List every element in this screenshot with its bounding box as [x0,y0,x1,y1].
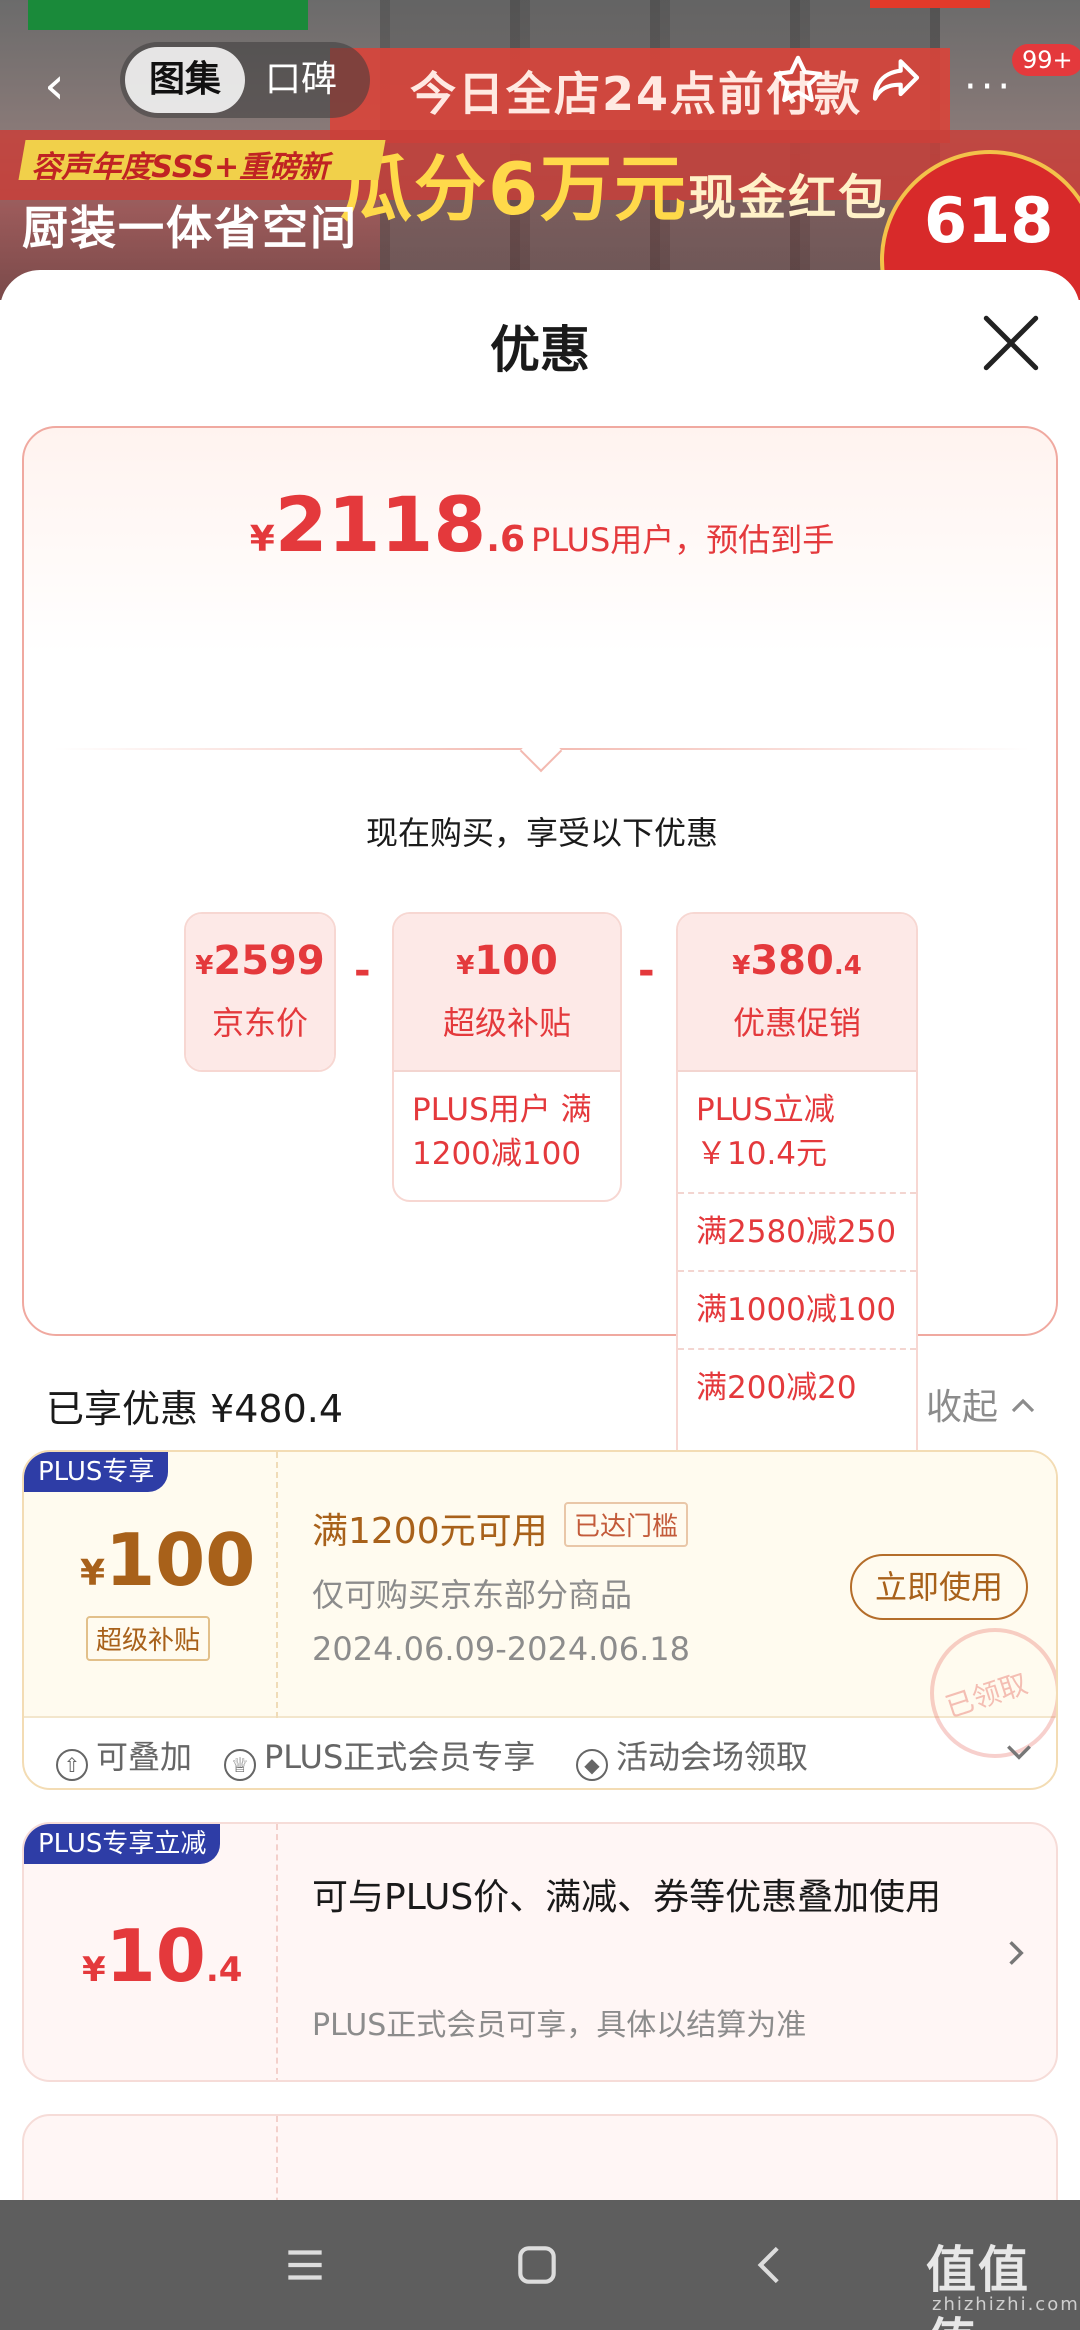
share-icon[interactable] [868,52,924,108]
system-nav-bar [0,2200,1080,2330]
coupon-partial[interactable] [22,2114,1058,2200]
watermark: 值值值 [926,2241,1030,2330]
media-tabs: 图集 口碑 [120,42,370,118]
coupon-divider [276,2116,278,2200]
card-row: PLUS用户 满1200减100 [394,1070,620,1192]
coupon-note: PLUS正式会员可享，具体以结算为准 [312,2008,807,2043]
feature-plus-member: ♕ PLUS正式会员专享 [224,1732,535,1781]
card-row: 满2580减250 [678,1192,916,1270]
claimed-stamp: 已领取 [930,1628,1056,1758]
chevron-down-icon[interactable] [1004,1738,1034,1768]
price-description: PLUS用户，预估到手 [531,521,835,559]
discount-sheet: 优惠 ¥2118.6 PLUS用户，预估到手 现在购买，享受以下优惠 ¥2599 … [0,270,1080,2200]
chevron-right-icon [1009,1941,1024,1965]
promo-line-2: 瓜分6万元现金红包 [340,147,889,231]
crown-icon: ♕ [224,1749,256,1781]
coupon-scope: 仅可购买京东部分商品 [312,1576,633,1614]
estimated-price: ¥2118.6 PLUS用户，预估到手 [24,480,1060,569]
watermark-url: zhizhizhi.com [932,2294,1080,2315]
promo-tag: 容声年度SSS+重磅新 [18,140,386,185]
product-slogan: 厨装一体省空间 [22,201,358,255]
price-integer: 2118 [274,480,487,569]
coupon-amount: ¥100 [80,1518,256,1602]
enjoyed-total: 已享优惠 ¥480.4 [46,1387,344,1431]
threshold-reached-badge: 已达门槛 [564,1502,689,1547]
product-banner: 今日全店24点前付款 瓜分6万元现金红包 容声年度SSS+重磅新 厨装一体省空间… [0,0,1080,300]
notification-badge: 99+ [1012,44,1080,76]
price-summary: ¥2118.6 PLUS用户，预估到手 现在购买，享受以下优惠 ¥2599 京东价… [22,426,1060,1472]
coupon-super-subsidy: PLUS专享 ¥100 超级补贴 满1200元可用 已达门槛 仅可购买京东部分商… [22,1450,1058,1790]
red-tab [870,0,990,8]
card-label: 京东价 [211,1004,308,1042]
card-row: 满1000减100 [678,1270,916,1348]
card-row: PLUS立减 ￥10.4元 [678,1070,916,1192]
more-icon[interactable]: ··· [964,64,1014,110]
back-icon[interactable]: ‹ [44,56,65,116]
enjoy-heading: 现在购买，享受以下优惠 [365,814,718,852]
price-currency: ¥ [249,519,275,560]
jd-price-card: ¥2599 京东价 [184,912,336,1072]
card-amount: ¥2599 [195,938,325,984]
tab-gallery[interactable]: 图集 [125,47,245,113]
close-icon[interactable] [978,310,1044,376]
coupon-amount: ¥10.4 [82,1914,243,1998]
sheet-title: 优惠 [490,321,590,379]
promotion-card: ¥380.4 优惠促销 PLUS立减 ￥10.4元 满2580减250 满100… [676,912,918,1472]
back-nav-icon[interactable] [746,2240,796,2290]
tab-reviews[interactable]: 口碑 [265,47,337,113]
plus-tag: PLUS专享 [24,1452,169,1492]
minus-sign: - [638,948,655,994]
coupon-divider [276,1452,278,1718]
collapse-label: 收起 [926,1387,999,1428]
price-decimal: .6 [486,519,526,560]
ticket-icon: ◆ [576,1749,608,1781]
coupon-plus-discount[interactable]: PLUS专享立减 ¥10.4 可与PLUS价、满减、券等优惠叠加使用 PLUS正… [22,1822,1058,2082]
home-icon[interactable] [512,2240,562,2290]
coupon-validity: 2024.06.09-2024.06.18 [312,1630,690,1668]
coupon-condition: 满1200元可用 [312,1511,548,1552]
coupon-divider [276,1824,278,2080]
card-label: 超级补贴 [442,1004,571,1042]
recent-apps-icon[interactable] [280,2240,330,2290]
chevron-up-icon [1012,1398,1035,1413]
green-tab [28,0,308,30]
coupon-description: 可与PLUS价、满减、券等优惠叠加使用 [312,1877,942,1918]
feature-venue: ◆ 活动会场领取 [576,1732,808,1781]
subsidy-card: ¥100 超级补贴 PLUS用户 满1200减100 [392,912,622,1202]
card-label: 优惠促销 [732,1004,861,1042]
card-amount: ¥380.4 [732,938,862,984]
plus-tag: PLUS专享立减 [24,1824,221,1864]
divider-notch [519,729,563,773]
coupon-type-label: 超级补贴 [86,1616,211,1661]
collapse-button[interactable]: 收起 [926,1378,1037,1430]
card-row: 满200减20 [678,1348,916,1426]
feature-stackable: ⇧ 可叠加 [56,1732,192,1781]
use-now-button[interactable]: 立即使用 [850,1554,1028,1620]
card-amount: ¥100 [456,938,558,984]
minus-sign: - [354,948,371,994]
stack-icon: ⇧ [56,1749,88,1781]
favorite-icon[interactable] [770,52,826,108]
